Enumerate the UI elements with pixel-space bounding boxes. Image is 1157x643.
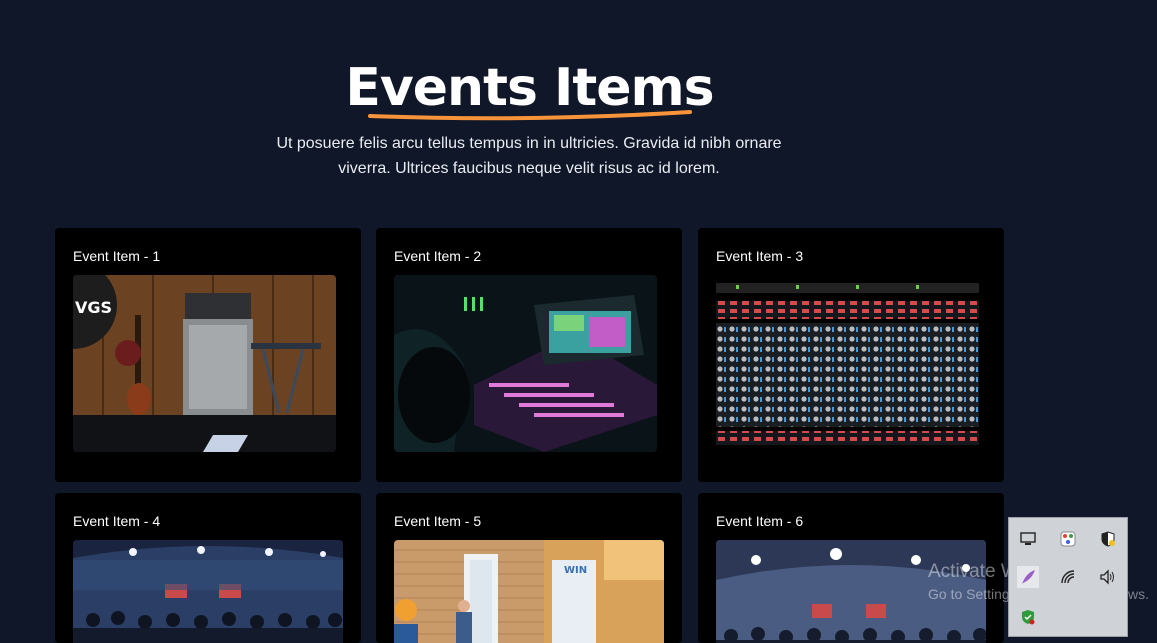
svg-text:VGS: VGS: [75, 298, 112, 317]
event-card-title[interactable]: Event Item - 5: [394, 513, 481, 529]
wifi-icon[interactable]: [1057, 566, 1079, 588]
event-image-speaker-presentation[interactable]: WIN: [394, 540, 664, 643]
defender-icon[interactable]: [1017, 606, 1039, 628]
system-tray-overflow: [1008, 517, 1128, 637]
event-card-title[interactable]: Event Item - 6: [716, 513, 803, 529]
event-image-conference-audience[interactable]: [73, 540, 343, 643]
event-card[interactable]: Event Item - 4: [55, 493, 361, 643]
volume-icon[interactable]: [1097, 566, 1119, 588]
svg-text:WIN: WIN: [564, 565, 587, 576]
event-card[interactable]: Event Item - 2: [376, 228, 682, 482]
event-card-title[interactable]: Event Item - 4: [73, 513, 160, 529]
title-underline: [368, 110, 692, 121]
event-image-guitar-amp[interactable]: VGS: [73, 275, 336, 452]
security-shield-icon[interactable]: [1097, 528, 1119, 550]
feather-icon[interactable]: [1017, 566, 1039, 588]
event-card-title[interactable]: Event Item - 1: [73, 248, 160, 264]
event-card[interactable]: Event Item - 3: [698, 228, 1004, 482]
event-card[interactable]: Event Item - 1 VGS: [55, 228, 361, 482]
section-description: Ut posuere felis arcu tellus tempus in i…: [276, 135, 782, 177]
event-card[interactable]: Event Item - 5 WIN: [376, 493, 682, 643]
event-image-soundboard[interactable]: [716, 275, 979, 452]
color-picker-icon[interactable]: [1057, 528, 1079, 550]
display-icon[interactable]: [1017, 528, 1039, 550]
event-image-audio-mixer[interactable]: [394, 275, 657, 452]
event-card-title[interactable]: Event Item - 2: [394, 248, 481, 264]
event-card-title[interactable]: Event Item - 3: [716, 248, 803, 264]
